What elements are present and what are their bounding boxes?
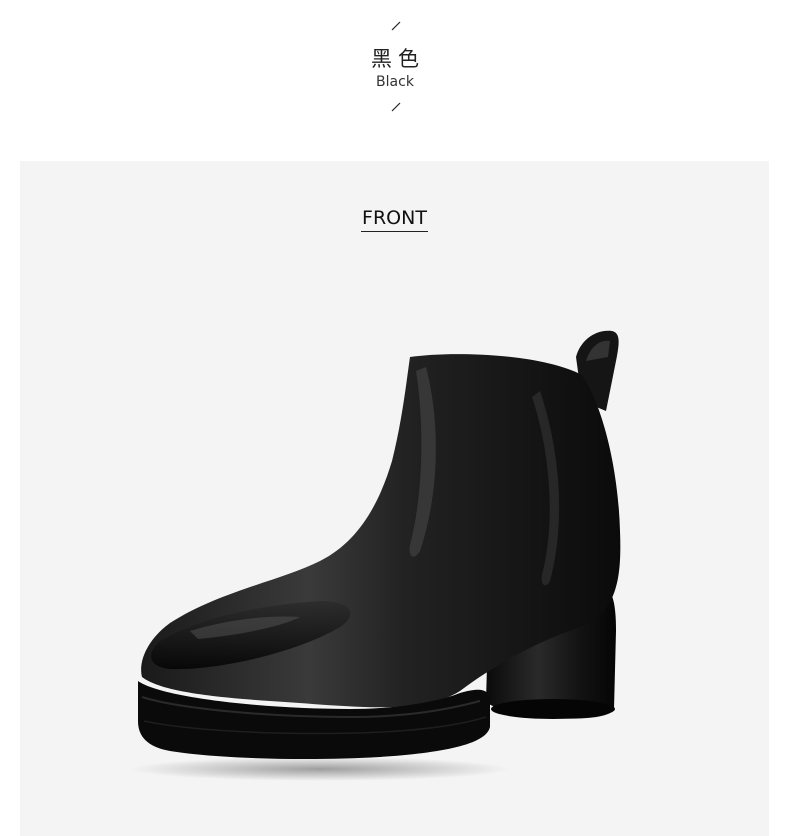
- slash-divider-top: [391, 21, 401, 31]
- color-name-cn: 黑色: [371, 47, 425, 71]
- slash-divider-bottom: [391, 102, 401, 112]
- color-name-en: Black: [376, 74, 414, 90]
- product-photo-panel: FRONT: [20, 161, 769, 836]
- color-header: 黑色 Black: [0, 0, 790, 160]
- black-ankle-boot-image: [130, 330, 621, 781]
